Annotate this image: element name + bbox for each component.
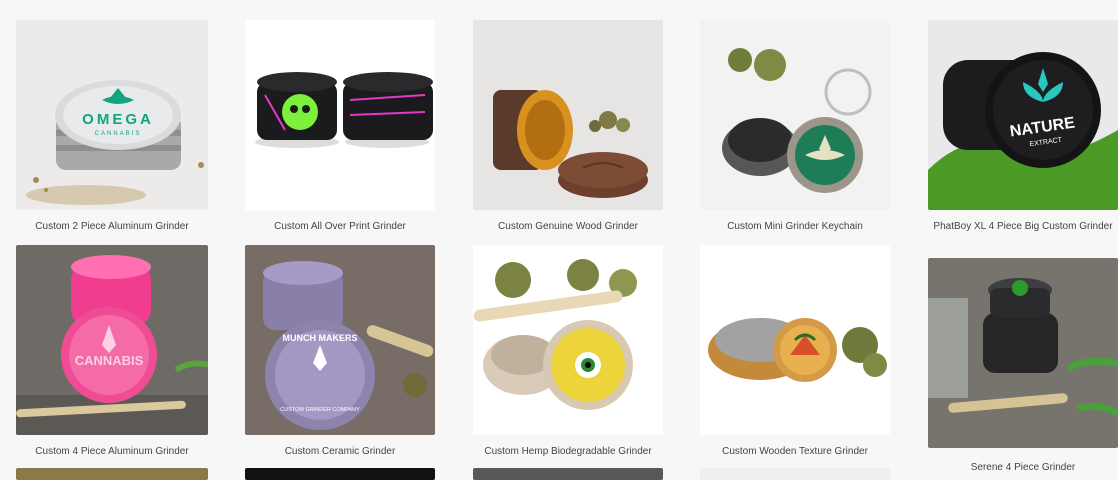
product-card-ceramic[interactable]: MUNCH MAKERS CUSTOM GRINDER COMPANY Cust…: [245, 245, 435, 460]
product-card-all-over-print[interactable]: Custom All Over Print Grinder: [245, 20, 435, 240]
product-name-link[interactable]: Custom 4 Piece Aluminum Grinder: [6, 445, 218, 459]
product-card-aluminum-2-piece[interactable]: OMEGA CANNABIS Custom 2 Piece Aluminum G…: [16, 20, 208, 240]
product-name-link[interactable]: PhatBoy XL 4 Piece Big Custom Grinder: [918, 220, 1118, 234]
product-name-link[interactable]: Custom Genuine Wood Grinder: [463, 220, 673, 234]
product-card-row3-2[interactable]: [245, 468, 435, 480]
product-card-genuine-wood[interactable]: Custom Genuine Wood Grinder: [473, 20, 663, 240]
product-name-link[interactable]: Serene 4 Piece Grinder: [918, 461, 1118, 475]
product-image[interactable]: [16, 468, 208, 480]
product-image[interactable]: [700, 468, 890, 480]
product-name-link[interactable]: Custom All Over Print Grinder: [235, 220, 445, 234]
product-image[interactable]: [245, 20, 435, 210]
product-image[interactable]: [473, 245, 663, 435]
image-text: OMEGA: [82, 111, 154, 128]
image-text: CANNABIS: [75, 353, 144, 368]
image-text: MUNCH MAKERS: [283, 333, 358, 343]
product-name-link[interactable]: Custom 2 Piece Aluminum Grinder: [6, 220, 218, 234]
product-card-row3-4[interactable]: [700, 468, 890, 480]
product-name-link[interactable]: Custom Wooden Texture Grinder: [690, 445, 900, 459]
product-card-row3-1[interactable]: [16, 468, 208, 480]
image-text: CUSTOM GRINDER COMPANY: [280, 407, 360, 413]
product-image[interactable]: CANNABIS: [16, 245, 208, 435]
product-image[interactable]: [928, 258, 1118, 448]
product-card-mini-keychain[interactable]: Custom Mini Grinder Keychain: [700, 20, 890, 240]
product-image[interactable]: [700, 245, 890, 435]
product-image[interactable]: OMEGA CANNABIS: [16, 20, 208, 210]
product-card-aluminum-4-piece[interactable]: CANNABIS Custom 4 Piece Aluminum Grinder: [16, 245, 208, 460]
product-card-hemp-biodegradable[interactable]: Custom Hemp Biodegradable Grinder: [473, 245, 663, 460]
product-image[interactable]: MUNCH MAKERS CUSTOM GRINDER COMPANY: [245, 245, 435, 435]
product-name-link[interactable]: Custom Hemp Biodegradable Grinder: [463, 445, 673, 459]
product-image[interactable]: [700, 20, 890, 210]
product-image[interactable]: [473, 20, 663, 210]
product-image[interactable]: [245, 468, 435, 480]
product-card-serene-4-piece[interactable]: Serene 4 Piece Grinder: [928, 258, 1118, 473]
product-card-row3-3[interactable]: [473, 468, 663, 480]
product-image[interactable]: [473, 468, 663, 480]
product-name-link[interactable]: Custom Mini Grinder Keychain: [690, 220, 900, 234]
product-name-link[interactable]: Custom Ceramic Grinder: [235, 445, 445, 459]
image-text: CANNABIS: [95, 131, 142, 137]
product-image[interactable]: NATURE EXTRACT: [928, 20, 1118, 210]
product-card-phatboy-xl[interactable]: NATURE EXTRACT PhatBoy XL 4 Piece Big Cu…: [928, 20, 1118, 240]
product-card-wooden-texture[interactable]: Custom Wooden Texture Grinder: [700, 245, 890, 460]
